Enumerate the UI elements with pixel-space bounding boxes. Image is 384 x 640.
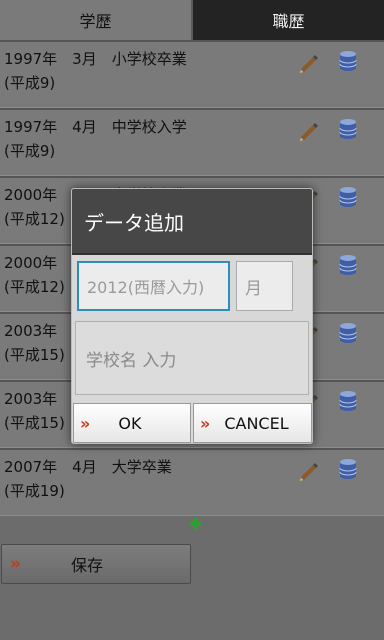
year-input[interactable]: 2012(西暦入力)	[77, 261, 230, 311]
database-icon[interactable]	[338, 321, 358, 345]
pencil-icon[interactable]	[296, 50, 320, 74]
ok-button[interactable]: » OK	[73, 403, 191, 443]
database-icon[interactable]	[338, 49, 358, 73]
row-date: 2003年	[4, 322, 58, 340]
row-era: (平成19)	[4, 482, 65, 500]
tab-education[interactable]: 学歴	[0, 0, 193, 40]
row-era: (平成15)	[4, 414, 65, 432]
school-name-input[interactable]: 学校名 入力	[75, 321, 309, 395]
save-button[interactable]: » 保存	[1, 544, 191, 584]
database-icon[interactable]	[338, 253, 358, 277]
ok-button-label: OK	[118, 413, 142, 433]
row-date: 1997年 4月 中学校入学	[4, 118, 187, 136]
list-item[interactable]: 1997年 3月 小学校卒業 (平成9)	[0, 40, 384, 108]
row-era: (平成15)	[4, 346, 65, 364]
year-input-placeholder: 2012(西暦入力)	[87, 278, 205, 297]
database-icon[interactable]	[338, 389, 358, 413]
cancel-button[interactable]: » CANCEL	[193, 403, 312, 443]
dialog-title: データ追加	[72, 189, 312, 255]
school-name-placeholder: 学校名 入力	[86, 350, 177, 371]
tab-work-history[interactable]: 職歴	[193, 0, 384, 40]
tab-education-label: 学歴	[79, 12, 112, 31]
double-chevron-icon: »	[200, 413, 211, 433]
database-icon[interactable]	[338, 185, 358, 209]
list-item[interactable]: 2007年 4月 大学卒業 (平成19)	[0, 448, 384, 516]
database-icon[interactable]	[338, 117, 358, 141]
list-item[interactable]: 1997年 4月 中学校入学 (平成9)	[0, 108, 384, 176]
double-chevron-icon: »	[80, 413, 91, 433]
tab-bar: 学歴 職歴	[0, 0, 384, 40]
pencil-icon[interactable]	[296, 458, 320, 482]
cancel-button-label: CANCEL	[224, 413, 289, 433]
database-icon[interactable]	[338, 457, 358, 481]
row-date: 2007年 4月 大学卒業	[4, 458, 172, 476]
tab-work-history-label: 職歴	[272, 12, 305, 31]
row-era: (平成9)	[4, 74, 56, 92]
row-era: (平成12)	[4, 278, 65, 296]
month-input[interactable]: 月	[236, 261, 293, 311]
row-date: 1997年 3月 小学校卒業	[4, 50, 187, 68]
row-era: (平成9)	[4, 142, 56, 160]
double-chevron-icon: »	[10, 554, 21, 574]
month-input-placeholder: 月	[245, 278, 262, 299]
row-era: (平成12)	[4, 210, 65, 228]
plus-icon[interactable]	[187, 516, 203, 532]
row-date: 2000年	[4, 254, 58, 272]
add-data-dialog: データ追加 2012(西暦入力) 月 学校名 入力 » OK » CANCEL	[71, 188, 313, 444]
save-button-label: 保存	[70, 556, 103, 575]
row-date: 2003年	[4, 390, 58, 408]
pencil-icon[interactable]	[296, 118, 320, 142]
